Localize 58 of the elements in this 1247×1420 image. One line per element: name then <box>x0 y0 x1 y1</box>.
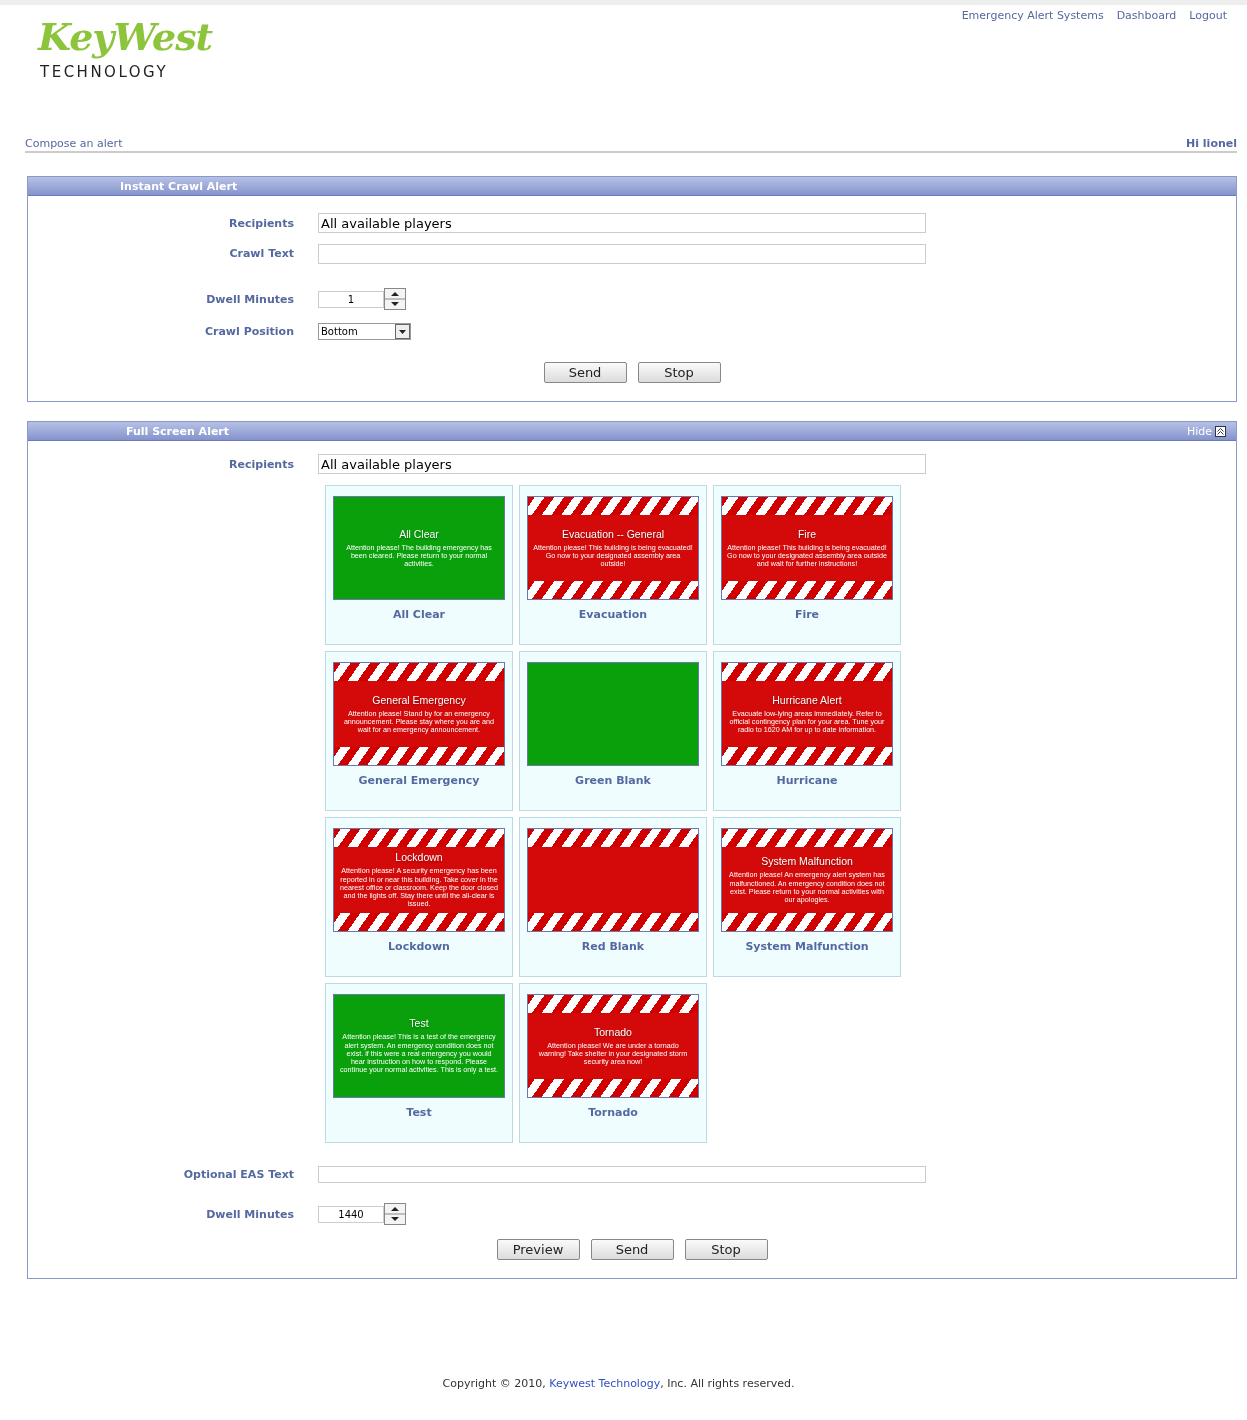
alert-template-tile[interactable] <box>325 817 513 977</box>
alert-template-tile[interactable]: Green Blank <box>519 651 707 811</box>
panel-title: Instant Crawl Alert <box>120 179 238 193</box>
alert-template-name: Tornado <box>588 1106 638 1119</box>
action-button[interactable]: Preview <box>496 1239 580 1260</box>
alert-template-name: All Clear <box>392 608 445 621</box>
caret-icon <box>395 323 410 339</box>
alert-template-name: Green Blank <box>575 774 651 787</box>
logo-script: KeyWest <box>36 13 214 61</box>
action-button[interactable]: Stop <box>637 362 721 383</box>
recipients-field[interactable]: All available players <box>318 213 926 233</box>
alert-template-name: Fire <box>794 608 820 621</box>
alert-template-name: General Emergency <box>358 774 480 787</box>
alert-template-name: Red Blank <box>581 940 645 953</box>
panel-title: Full Screen Alert <box>126 424 230 438</box>
preview-title: Test <box>409 1017 429 1030</box>
action-button[interactable]: Stop <box>684 1239 768 1260</box>
action-button[interactable]: Send <box>543 362 627 383</box>
breadcrumb: Compose an alert <box>25 137 123 150</box>
eas-text-field[interactable] <box>318 1165 926 1183</box>
stepper-control[interactable] <box>384 1203 406 1225</box>
preview-title: Lockdown <box>395 851 443 864</box>
dwell-minutes-field[interactable]: 1 <box>318 290 384 308</box>
company-link[interactable]: Keywest Technology <box>549 1377 661 1390</box>
alert-template-name: System Malfunction <box>745 940 869 953</box>
copyright-text: Copyright © 2010, Keywest Technology, Inc. All rights reserved. <box>442 1377 795 1390</box>
preview-title: Fire <box>797 527 817 540</box>
preview-title: Evacuation -- General <box>561 527 665 540</box>
crawl-position-dropdown[interactable]: Bottom <box>318 322 411 340</box>
field-label: Crawl Position <box>203 324 294 338</box>
dwell-minutes-field[interactable]: 1440 <box>318 1205 384 1223</box>
nav-link[interactable]: Logout <box>1189 9 1227 22</box>
nav-link[interactable]: Emergency Alert Systems <box>961 9 1104 22</box>
preview-title: All Clear <box>399 527 439 540</box>
preview-title: Tornado <box>594 1025 632 1038</box>
field-label: Dwell Minutes <box>205 292 294 306</box>
recipients-field[interactable]: All available players <box>318 454 926 474</box>
alert-template-name: Hurricane <box>776 774 838 787</box>
alert-template-tile[interactable]: Red Blank <box>519 817 707 977</box>
field-label: Dwell Minutes <box>205 1207 294 1221</box>
crawl-text-field[interactable] <box>318 244 926 264</box>
logo-wordmark: TECHNOLOGY <box>40 62 169 81</box>
field-label: Recipients <box>228 457 294 471</box>
field-label: Recipients <box>228 216 294 230</box>
alert-template-name: Lockdown <box>388 940 450 953</box>
collapse-icon <box>1215 425 1226 437</box>
stepper-control[interactable] <box>384 288 406 310</box>
field-label: Crawl Text <box>228 246 294 260</box>
preview-title: General Emergency <box>372 693 466 706</box>
alert-template-name: Evacuation <box>578 608 648 621</box>
nav-link[interactable]: Dashboard <box>1116 9 1177 22</box>
preview-title: Hurricane Alert <box>772 693 842 706</box>
field-label: Optional EAS Text <box>182 1167 294 1181</box>
alert-template-tile[interactable] <box>325 983 513 1143</box>
user-greeting: Hi lionel <box>1186 137 1237 150</box>
preview-title: System Malfunction <box>761 855 853 868</box>
action-button[interactable]: Send <box>590 1239 674 1260</box>
alert-template-name: Test <box>406 1106 432 1119</box>
